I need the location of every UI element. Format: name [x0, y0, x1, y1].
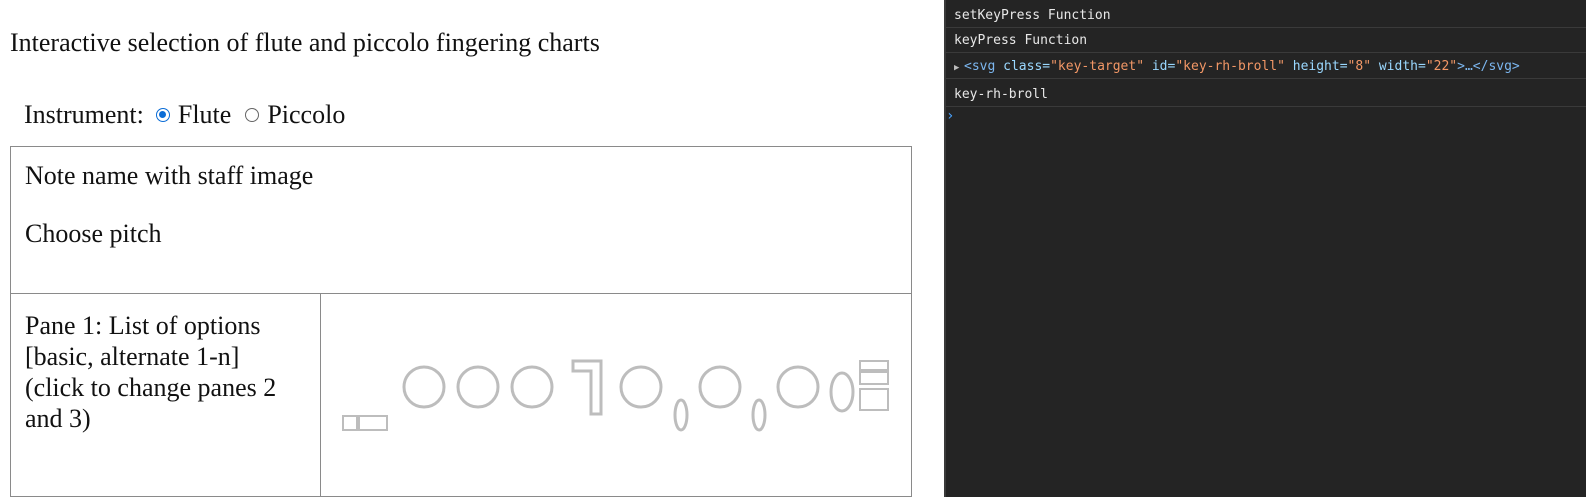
pane-1-text: Pane 1: List of options [basic, alternat… [25, 310, 315, 434]
web-page: Interactive selection of flute and picco… [0, 0, 946, 497]
pane-1-line: and 3) [25, 404, 91, 433]
flute-radio[interactable] [155, 108, 170, 122]
pane-1: Pane 1: List of options [basic, alternat… [10, 293, 321, 497]
key-lh-gsharp[interactable] [571, 359, 603, 416]
key-lh-3[interactable] [510, 365, 554, 409]
key-rh-2[interactable] [698, 365, 742, 409]
pane-1-line: (click to change panes 2 [25, 373, 277, 402]
attr-value: "key-rh-broll" [1175, 59, 1285, 74]
key-rh-trill-2[interactable] [751, 398, 767, 432]
devtools-console: setKeyPress Function keyPress Function ▶… [946, 0, 1586, 497]
piccolo-radio[interactable] [245, 108, 260, 122]
key-rh-trill-1[interactable] [673, 398, 689, 432]
page-title: Interactive selection of flute and picco… [10, 28, 600, 57]
console-row: keyPress Function [946, 28, 1586, 53]
svg-open-tag: <svg [964, 59, 996, 74]
key-lh-2[interactable] [456, 365, 500, 409]
instrument-selector: Instrument: Flute Piccolo [24, 100, 345, 130]
flute-fingering-diagram [342, 359, 889, 432]
pane-1-line: Pane 1: List of options [25, 311, 261, 340]
key-lh-small[interactable] [342, 415, 358, 431]
attr-name: class= [1003, 59, 1051, 74]
attr-name: width= [1378, 59, 1426, 74]
attr-name: id= [1151, 59, 1176, 74]
console-row-element[interactable]: ▶ <svg class="key-target" id="key-rh-brol… [946, 54, 1586, 79]
note-name-text: Note name with staff image [25, 161, 314, 190]
key-rh-3[interactable] [776, 365, 820, 409]
console-text: keyPress Function [954, 33, 1088, 48]
key-rh-foot[interactable] [859, 388, 889, 411]
attr-name: height= [1292, 59, 1348, 74]
flute-label[interactable]: Flute [178, 100, 231, 130]
key-rh-1[interactable] [619, 365, 663, 409]
console-text: setKeyPress Function [954, 8, 1111, 23]
key-lh-1[interactable] [402, 365, 446, 409]
key-rh-broll[interactable] [859, 360, 889, 371]
key-rh-csharp[interactable] [859, 371, 889, 385]
note-box: Note name with staff image Choose pitch [10, 146, 912, 294]
fingering-diagram-pane [320, 293, 912, 497]
attr-value: "key-target" [1050, 59, 1145, 74]
key-rh-dsharp[interactable] [829, 371, 855, 413]
piccolo-label[interactable]: Piccolo [267, 100, 345, 130]
console-text: key-rh-broll [954, 87, 1048, 102]
console-row: setKeyPress Function [946, 3, 1586, 28]
expand-triangle-icon[interactable]: ▶ [954, 56, 964, 81]
attr-value: "22" [1425, 59, 1458, 74]
console-prompt-icon[interactable]: › [946, 108, 954, 124]
console-row: key-rh-broll [946, 82, 1586, 107]
attr-value: "8" [1347, 59, 1372, 74]
instrument-label: Instrument: [24, 100, 144, 129]
key-lh-thumb[interactable] [358, 415, 388, 431]
choose-pitch-text[interactable]: Choose pitch [25, 219, 162, 249]
pane-1-line: [basic, alternate 1-n] [25, 342, 240, 371]
svg-close-tag: >…</svg> [1457, 59, 1520, 74]
